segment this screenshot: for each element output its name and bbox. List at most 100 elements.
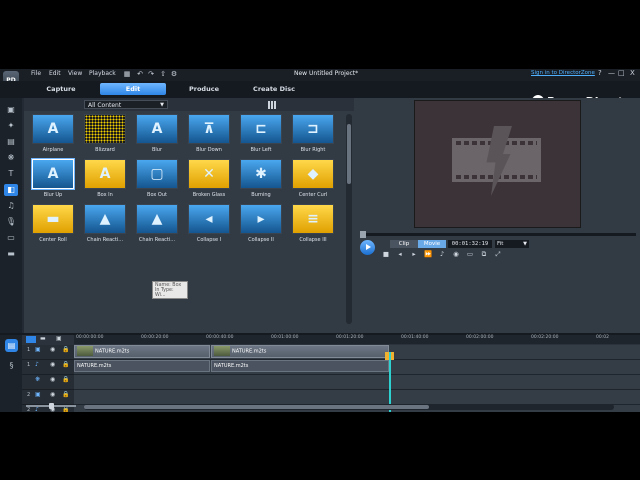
library-item[interactable]: ⊏ Blur Left [240,114,282,156]
audio-mixing-icon[interactable]: ♫ [4,200,18,212]
help-button[interactable]: ? [598,69,602,77]
title-room-icon[interactable]: T [4,168,18,180]
library-item[interactable]: ✱ Burning [240,159,282,201]
preview-undock-icon[interactable]: ⤢ [494,250,502,259]
display-icon[interactable]: ▭ [466,250,474,258]
eye-icon[interactable]: ◉ [50,346,55,353]
library-item-label: Box In [97,192,113,198]
library-item[interactable]: ▬ Center Roll [32,204,74,246]
library-item[interactable]: Blizzard [84,114,126,156]
stop-icon[interactable]: ■ [382,250,390,258]
eye-icon[interactable]: ◉ [50,376,55,383]
movie-mode-button[interactable]: Movie [418,240,446,248]
tab-capture[interactable]: Capture [36,83,86,95]
zoom-fit-select[interactable]: Fit ▼ [495,240,529,248]
library-item[interactable]: ◆ Center Curl [292,159,334,201]
library-item[interactable]: ◂ Collapse I [188,204,230,246]
library-item[interactable]: ▲ Chain Reacti... [84,204,126,246]
lock-icon[interactable]: 🔒 [62,361,69,368]
dual-screen-icon[interactable]: ⧉ [480,250,488,259]
pip-room-icon[interactable]: ▤ [4,136,18,148]
timeline-track[interactable] [74,390,640,405]
library-item[interactable]: A Blur [136,114,178,156]
transition-room-icon[interactable]: ◧ [4,184,18,196]
track-header[interactable]: ❋ ◉ 🔒 [22,375,74,390]
previous-frame-icon[interactable]: ◂ [396,250,404,258]
volume-icon[interactable]: ♪ [438,250,446,258]
tab-edit[interactable]: Edit [100,83,166,95]
menu-file[interactable]: File [31,70,41,77]
track-manager-icon[interactable] [26,336,36,343]
library-item[interactable]: ⊐ Blur Right [292,114,334,156]
track-header[interactable]: 2 ▣ ◉ 🔒 [22,390,74,405]
menu-playback[interactable]: Playback [89,70,116,77]
grid-icon[interactable]: ▦ [123,70,131,78]
effect-room-icon[interactable]: ✦ [4,120,18,132]
chapter-marker-icon[interactable]: ▬ [40,335,46,342]
fast-forward-icon[interactable]: ⏩ [424,250,432,258]
minimize-button[interactable]: — [608,69,615,77]
library-item[interactable]: ▢ Box Out [136,159,178,201]
clip-mode-button[interactable]: Clip [390,240,418,248]
timecode-display[interactable]: 00:01:32:19 [448,240,492,248]
menu-view[interactable]: View [68,70,82,77]
signin-link[interactable]: Sign in to DirectorZone [531,70,595,76]
library-item[interactable]: ▲ Chain Reacti... [136,204,178,246]
menu-edit[interactable]: Edit [49,70,61,77]
timeline-scrollbar[interactable] [84,404,614,410]
library-item[interactable]: A Blur Up [31,158,75,201]
storyboard-view-icon[interactable]: § [5,359,18,372]
preview-seekbar[interactable] [360,231,636,238]
timeline-zoom-slider[interactable] [26,403,76,409]
timeline-view-icon[interactable]: ▤ [5,339,18,352]
library-scrollbar[interactable] [346,114,352,324]
settings-icon[interactable]: ⚙ [170,70,178,78]
upload-icon[interactable]: ⇧ [159,70,167,78]
subtitle-room-icon[interactable]: ▬ [4,248,18,260]
chapter-room-icon[interactable]: ▭ [4,232,18,244]
next-frame-icon[interactable]: ▸ [410,250,418,258]
media-room-icon[interactable]: ▣ [4,104,18,116]
library-item[interactable]: ✕ Broken Glass [188,159,230,201]
content-filter-dropdown[interactable]: All Content ▼ [84,100,168,109]
redo-icon[interactable]: ↷ [147,70,155,78]
particle-room-icon[interactable]: ❋ [4,152,18,164]
ruler-tick-label: 00:00:20:00 [141,335,169,340]
audio-clip[interactable]: NATURE.m2ts [211,360,389,372]
timeline-track[interactable]: NATURE.m2ts NATURE.m2ts [74,345,640,360]
close-button[interactable]: X [630,69,635,77]
lock-icon[interactable]: 🔒 [62,391,69,398]
library-item[interactable]: ⊼ Blur Down [188,114,230,156]
play-button[interactable] [360,240,375,255]
library-item[interactable]: ▸ Collapse II [240,204,282,246]
timeline-track[interactable]: NATURE.m2ts NATURE.m2ts [74,360,640,375]
library-item[interactable]: A Box In [84,159,126,201]
grid-view-icon[interactable] [268,101,276,109]
library-scroll-thumb[interactable] [347,124,351,184]
audio-clip[interactable]: NATURE.m2ts [74,360,210,372]
tab-produce[interactable]: Produce [180,83,228,95]
track-header[interactable]: 1 ♪ ◉ 🔒 [22,360,74,375]
library-item[interactable]: ≡ Collapse III [292,204,334,246]
voiceover-icon[interactable]: 🎙 [4,216,18,228]
lock-icon[interactable]: 🔒 [62,346,69,353]
video-clip[interactable]: NATURE.m2ts [74,345,210,358]
time-ruler[interactable]: 00:00:00:00 00:00:20:00 00:00:40:00 00:01:0… [74,335,640,344]
timeline-track[interactable] [74,375,640,390]
seekbar-knob[interactable] [360,231,366,238]
video-clip[interactable]: NATURE.m2ts [211,345,389,358]
library-item[interactable]: A Airplane [32,114,74,156]
fit-timeline-icon[interactable]: ▣ [56,335,62,342]
undo-icon[interactable]: ↶ [136,70,144,78]
snapshot-icon[interactable]: ◉ [452,250,460,258]
library-item-label: Blur Down [196,147,222,153]
track-header[interactable]: 1 ▣ ◉ 🔒 [22,345,74,360]
playhead[interactable] [389,352,391,412]
eye-icon[interactable]: ◉ [50,391,55,398]
tab-create-disc[interactable]: Create Disc [248,83,300,95]
eye-icon[interactable]: ◉ [50,361,55,368]
zoom-slider-knob[interactable] [49,403,54,409]
timeline-scroll-thumb[interactable] [84,405,429,409]
lock-icon[interactable]: 🔒 [62,376,69,383]
maximize-button[interactable]: □ [618,69,625,77]
